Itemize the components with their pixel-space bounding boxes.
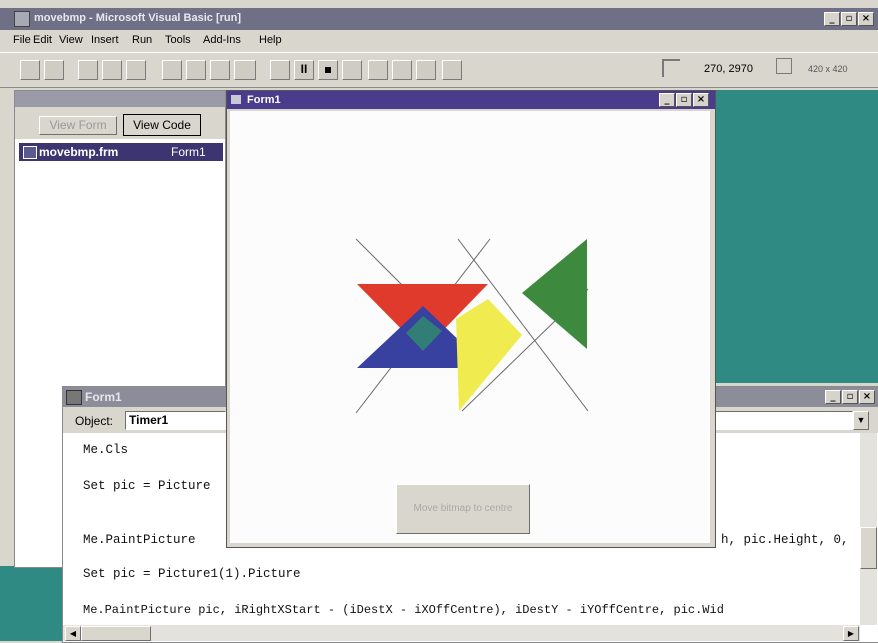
vertical-scrollbar[interactable]	[860, 433, 877, 625]
menu-bar: File Edit View Insert Run Tools Add-Ins …	[0, 32, 878, 50]
hscroll-thumb[interactable]	[81, 626, 151, 641]
menu-insert[interactable]: Insert	[91, 34, 119, 46]
project-titlebar	[15, 91, 225, 107]
desktop-background-bottom	[0, 566, 64, 641]
start-icon[interactable]	[270, 60, 290, 80]
procedure-select[interactable]	[715, 411, 853, 430]
close-icon[interactable]: ×	[858, 12, 874, 26]
size-readout: 420 x 420	[808, 64, 848, 74]
scroll-left-icon[interactable]: ◀	[65, 626, 81, 641]
add-module-icon[interactable]	[44, 60, 64, 80]
form1-titlebar: Form1 _ ▫ ×	[227, 91, 715, 109]
code-maximize-icon[interactable]: ▫	[842, 390, 858, 404]
size-icon	[776, 58, 792, 74]
view-form-button[interactable]: View Form	[39, 116, 117, 135]
form-file-icon	[23, 146, 37, 159]
project-file-name: movebmp.frm	[39, 145, 119, 159]
position-icon	[662, 59, 680, 77]
view-code-button[interactable]: View Code	[123, 114, 201, 136]
move-bitmap-button[interactable]: Move bitmap to centre	[396, 484, 530, 534]
instant-watch-icon[interactable]	[368, 60, 388, 80]
vb-app-icon	[14, 11, 30, 27]
scroll-thumb[interactable]	[860, 527, 877, 569]
add-form-icon[interactable]	[20, 60, 40, 80]
code-window-icon	[66, 390, 82, 405]
code-line-3-tail[interactable]: h, pic.Height, 0,	[721, 533, 849, 547]
scroll-right-icon[interactable]: ▶	[843, 626, 859, 641]
menu-view[interactable]: View	[59, 34, 83, 46]
menu-editor-icon[interactable]	[162, 60, 182, 80]
save-project-icon[interactable]	[102, 60, 122, 80]
minimize-icon[interactable]: _	[824, 12, 840, 26]
green-triangle	[522, 239, 587, 349]
form1-close-icon[interactable]: ×	[693, 93, 709, 107]
code-line-1[interactable]: Me.Cls	[83, 443, 128, 457]
object-browser-icon[interactable]	[210, 60, 230, 80]
menu-add-ins[interactable]: Add-Ins	[203, 34, 241, 46]
menu-tools[interactable]: Tools	[165, 34, 191, 46]
code-window-title: Form1	[85, 390, 122, 404]
procedure-dropdown-icon[interactable]: ▼	[853, 411, 869, 430]
menu-edit[interactable]: Edit	[33, 34, 52, 46]
pause-icon[interactable]: II	[294, 60, 314, 80]
code-close-icon[interactable]: ×	[859, 390, 875, 404]
object-label: Object:	[75, 414, 114, 428]
toolbar: II 270, 2970 420 x 420	[0, 52, 878, 88]
position-readout: 270, 2970	[704, 63, 753, 75]
object-select[interactable]: Timer1	[125, 411, 226, 430]
code-line-3[interactable]: Me.PaintPicture	[83, 533, 196, 547]
horizontal-scrollbar[interactable]: ◀ ▶	[63, 625, 860, 641]
menu-help[interactable]: Help	[259, 34, 282, 46]
main-titlebar: movebmp - Microsoft Visual Basic [run] _…	[0, 8, 878, 30]
menu-file[interactable]: File	[13, 34, 31, 46]
lock-controls-icon[interactable]	[126, 60, 146, 80]
code-line-4[interactable]: Set pic = Picture1(1).Picture	[83, 567, 301, 581]
open-project-icon[interactable]	[78, 60, 98, 80]
maximize-icon[interactable]: ▫	[841, 12, 857, 26]
stop-icon[interactable]	[318, 60, 338, 80]
yellow-triangle	[456, 299, 522, 411]
main-title: movebmp - Microsoft Visual Basic [run]	[34, 12, 242, 24]
step-into-icon[interactable]	[416, 60, 436, 80]
code-line-5[interactable]: Me.PaintPicture pic, iRightXStart - (iDe…	[83, 603, 724, 617]
desktop-background	[710, 90, 878, 383]
tangram-drawing	[355, 238, 589, 414]
form1-window: Form1 _ ▫ × Move bitmap to centre	[226, 90, 716, 548]
form1-title: Form1	[247, 94, 281, 106]
menu-run[interactable]: Run	[132, 34, 152, 46]
properties-icon[interactable]	[186, 60, 206, 80]
code-minimize-icon[interactable]: _	[825, 390, 841, 404]
step-over-icon[interactable]	[442, 60, 462, 80]
form1-minimize-icon[interactable]: _	[659, 93, 675, 107]
toolbox-icon[interactable]	[234, 60, 256, 80]
project-list-item[interactable]: movebmp.frm Form1	[19, 143, 223, 161]
form1-maximize-icon[interactable]: ▫	[676, 93, 692, 107]
calls-icon[interactable]	[392, 60, 412, 80]
toggle-breakpoint-icon[interactable]	[342, 60, 362, 80]
form1-icon	[231, 95, 241, 104]
code-line-2[interactable]: Set pic = Picture	[83, 479, 211, 493]
form1-client-area: Move bitmap to centre	[230, 111, 710, 543]
project-form-name: Form1	[171, 145, 206, 159]
